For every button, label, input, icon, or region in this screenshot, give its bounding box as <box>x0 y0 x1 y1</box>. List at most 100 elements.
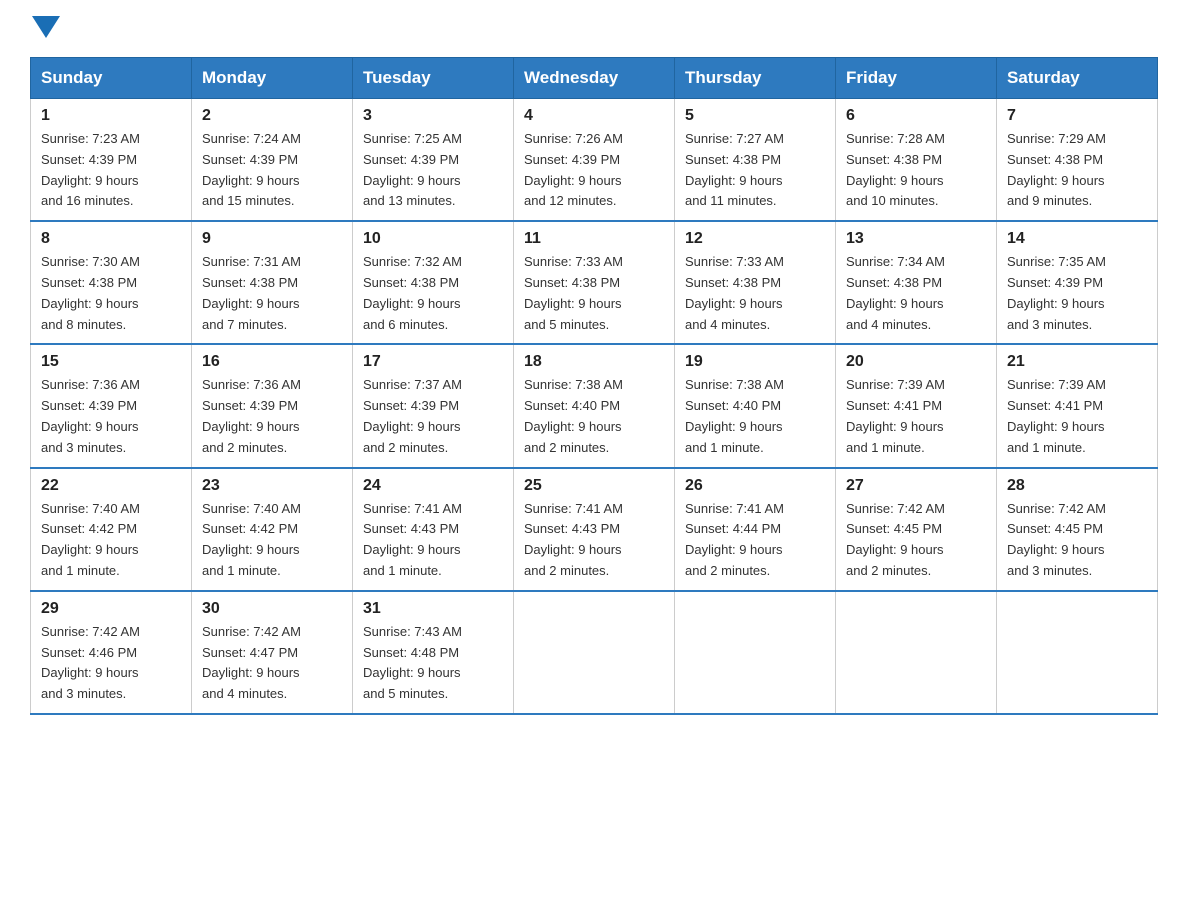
day-number: 19 <box>685 353 825 371</box>
day-number: 24 <box>363 477 503 495</box>
day-number: 5 <box>685 107 825 125</box>
day-number: 13 <box>846 230 986 248</box>
day-number: 15 <box>41 353 181 371</box>
day-number: 22 <box>41 477 181 495</box>
logo-arrow-icon <box>32 16 60 43</box>
day-number: 10 <box>363 230 503 248</box>
day-number: 8 <box>41 230 181 248</box>
day-info: Sunrise: 7:39 AMSunset: 4:41 PMDaylight:… <box>1007 375 1147 458</box>
day-info: Sunrise: 7:23 AMSunset: 4:39 PMDaylight:… <box>41 129 181 212</box>
day-info: Sunrise: 7:38 AMSunset: 4:40 PMDaylight:… <box>524 375 664 458</box>
calendar-cell: 27 Sunrise: 7:42 AMSunset: 4:45 PMDaylig… <box>836 468 997 591</box>
calendar-cell: 21 Sunrise: 7:39 AMSunset: 4:41 PMDaylig… <box>997 344 1158 467</box>
day-info: Sunrise: 7:27 AMSunset: 4:38 PMDaylight:… <box>685 129 825 212</box>
day-info: Sunrise: 7:35 AMSunset: 4:39 PMDaylight:… <box>1007 252 1147 335</box>
day-number: 17 <box>363 353 503 371</box>
day-info: Sunrise: 7:42 AMSunset: 4:45 PMDaylight:… <box>1007 499 1147 582</box>
calendar-table: SundayMondayTuesdayWednesdayThursdayFrid… <box>30 57 1158 715</box>
day-number: 21 <box>1007 353 1147 371</box>
day-number: 11 <box>524 230 664 248</box>
weekday-header-thursday: Thursday <box>675 58 836 99</box>
day-number: 16 <box>202 353 342 371</box>
calendar-cell: 3 Sunrise: 7:25 AMSunset: 4:39 PMDayligh… <box>353 99 514 222</box>
calendar-cell: 2 Sunrise: 7:24 AMSunset: 4:39 PMDayligh… <box>192 99 353 222</box>
day-info: Sunrise: 7:40 AMSunset: 4:42 PMDaylight:… <box>41 499 181 582</box>
day-info: Sunrise: 7:41 AMSunset: 4:44 PMDaylight:… <box>685 499 825 582</box>
calendar-week-row: 8 Sunrise: 7:30 AMSunset: 4:38 PMDayligh… <box>31 221 1158 344</box>
day-number: 31 <box>363 600 503 618</box>
calendar-cell: 8 Sunrise: 7:30 AMSunset: 4:38 PMDayligh… <box>31 221 192 344</box>
weekday-header-tuesday: Tuesday <box>353 58 514 99</box>
day-info: Sunrise: 7:37 AMSunset: 4:39 PMDaylight:… <box>363 375 503 458</box>
calendar-cell: 22 Sunrise: 7:40 AMSunset: 4:42 PMDaylig… <box>31 468 192 591</box>
calendar-cell: 15 Sunrise: 7:36 AMSunset: 4:39 PMDaylig… <box>31 344 192 467</box>
calendar-cell: 16 Sunrise: 7:36 AMSunset: 4:39 PMDaylig… <box>192 344 353 467</box>
weekday-header-saturday: Saturday <box>997 58 1158 99</box>
day-number: 30 <box>202 600 342 618</box>
day-info: Sunrise: 7:41 AMSunset: 4:43 PMDaylight:… <box>524 499 664 582</box>
day-number: 4 <box>524 107 664 125</box>
day-info: Sunrise: 7:24 AMSunset: 4:39 PMDaylight:… <box>202 129 342 212</box>
day-info: Sunrise: 7:38 AMSunset: 4:40 PMDaylight:… <box>685 375 825 458</box>
day-number: 1 <box>41 107 181 125</box>
day-info: Sunrise: 7:36 AMSunset: 4:39 PMDaylight:… <box>202 375 342 458</box>
calendar-cell: 28 Sunrise: 7:42 AMSunset: 4:45 PMDaylig… <box>997 468 1158 591</box>
day-info: Sunrise: 7:30 AMSunset: 4:38 PMDaylight:… <box>41 252 181 335</box>
day-info: Sunrise: 7:32 AMSunset: 4:38 PMDaylight:… <box>363 252 503 335</box>
day-info: Sunrise: 7:33 AMSunset: 4:38 PMDaylight:… <box>685 252 825 335</box>
day-number: 7 <box>1007 107 1147 125</box>
day-info: Sunrise: 7:29 AMSunset: 4:38 PMDaylight:… <box>1007 129 1147 212</box>
day-number: 6 <box>846 107 986 125</box>
calendar-cell: 12 Sunrise: 7:33 AMSunset: 4:38 PMDaylig… <box>675 221 836 344</box>
day-number: 3 <box>363 107 503 125</box>
calendar-cell: 30 Sunrise: 7:42 AMSunset: 4:47 PMDaylig… <box>192 591 353 714</box>
weekday-header-row: SundayMondayTuesdayWednesdayThursdayFrid… <box>31 58 1158 99</box>
day-info: Sunrise: 7:42 AMSunset: 4:46 PMDaylight:… <box>41 622 181 705</box>
weekday-header-wednesday: Wednesday <box>514 58 675 99</box>
day-number: 12 <box>685 230 825 248</box>
day-number: 20 <box>846 353 986 371</box>
calendar-cell: 23 Sunrise: 7:40 AMSunset: 4:42 PMDaylig… <box>192 468 353 591</box>
day-info: Sunrise: 7:40 AMSunset: 4:42 PMDaylight:… <box>202 499 342 582</box>
calendar-week-row: 22 Sunrise: 7:40 AMSunset: 4:42 PMDaylig… <box>31 468 1158 591</box>
calendar-week-row: 15 Sunrise: 7:36 AMSunset: 4:39 PMDaylig… <box>31 344 1158 467</box>
weekday-header-friday: Friday <box>836 58 997 99</box>
day-number: 23 <box>202 477 342 495</box>
day-number: 27 <box>846 477 986 495</box>
calendar-cell <box>997 591 1158 714</box>
calendar-cell: 26 Sunrise: 7:41 AMSunset: 4:44 PMDaylig… <box>675 468 836 591</box>
calendar-week-row: 1 Sunrise: 7:23 AMSunset: 4:39 PMDayligh… <box>31 99 1158 222</box>
day-info: Sunrise: 7:39 AMSunset: 4:41 PMDaylight:… <box>846 375 986 458</box>
day-info: Sunrise: 7:31 AMSunset: 4:38 PMDaylight:… <box>202 252 342 335</box>
calendar-cell: 18 Sunrise: 7:38 AMSunset: 4:40 PMDaylig… <box>514 344 675 467</box>
calendar-cell: 9 Sunrise: 7:31 AMSunset: 4:38 PMDayligh… <box>192 221 353 344</box>
calendar-cell: 4 Sunrise: 7:26 AMSunset: 4:39 PMDayligh… <box>514 99 675 222</box>
calendar-cell <box>836 591 997 714</box>
day-number: 28 <box>1007 477 1147 495</box>
day-info: Sunrise: 7:26 AMSunset: 4:39 PMDaylight:… <box>524 129 664 212</box>
day-number: 29 <box>41 600 181 618</box>
day-info: Sunrise: 7:36 AMSunset: 4:39 PMDaylight:… <box>41 375 181 458</box>
calendar-cell: 1 Sunrise: 7:23 AMSunset: 4:39 PMDayligh… <box>31 99 192 222</box>
day-info: Sunrise: 7:42 AMSunset: 4:47 PMDaylight:… <box>202 622 342 705</box>
calendar-cell: 24 Sunrise: 7:41 AMSunset: 4:43 PMDaylig… <box>353 468 514 591</box>
day-info: Sunrise: 7:43 AMSunset: 4:48 PMDaylight:… <box>363 622 503 705</box>
day-number: 18 <box>524 353 664 371</box>
calendar-cell: 25 Sunrise: 7:41 AMSunset: 4:43 PMDaylig… <box>514 468 675 591</box>
day-number: 14 <box>1007 230 1147 248</box>
day-info: Sunrise: 7:34 AMSunset: 4:38 PMDaylight:… <box>846 252 986 335</box>
day-info: Sunrise: 7:25 AMSunset: 4:39 PMDaylight:… <box>363 129 503 212</box>
calendar-cell: 10 Sunrise: 7:32 AMSunset: 4:38 PMDaylig… <box>353 221 514 344</box>
calendar-cell <box>675 591 836 714</box>
weekday-header-monday: Monday <box>192 58 353 99</box>
calendar-cell: 14 Sunrise: 7:35 AMSunset: 4:39 PMDaylig… <box>997 221 1158 344</box>
day-number: 26 <box>685 477 825 495</box>
calendar-cell: 7 Sunrise: 7:29 AMSunset: 4:38 PMDayligh… <box>997 99 1158 222</box>
day-info: Sunrise: 7:28 AMSunset: 4:38 PMDaylight:… <box>846 129 986 212</box>
calendar-cell: 13 Sunrise: 7:34 AMSunset: 4:38 PMDaylig… <box>836 221 997 344</box>
calendar-cell: 31 Sunrise: 7:43 AMSunset: 4:48 PMDaylig… <box>353 591 514 714</box>
day-info: Sunrise: 7:33 AMSunset: 4:38 PMDaylight:… <box>524 252 664 335</box>
calendar-cell: 17 Sunrise: 7:37 AMSunset: 4:39 PMDaylig… <box>353 344 514 467</box>
calendar-cell <box>514 591 675 714</box>
day-number: 25 <box>524 477 664 495</box>
